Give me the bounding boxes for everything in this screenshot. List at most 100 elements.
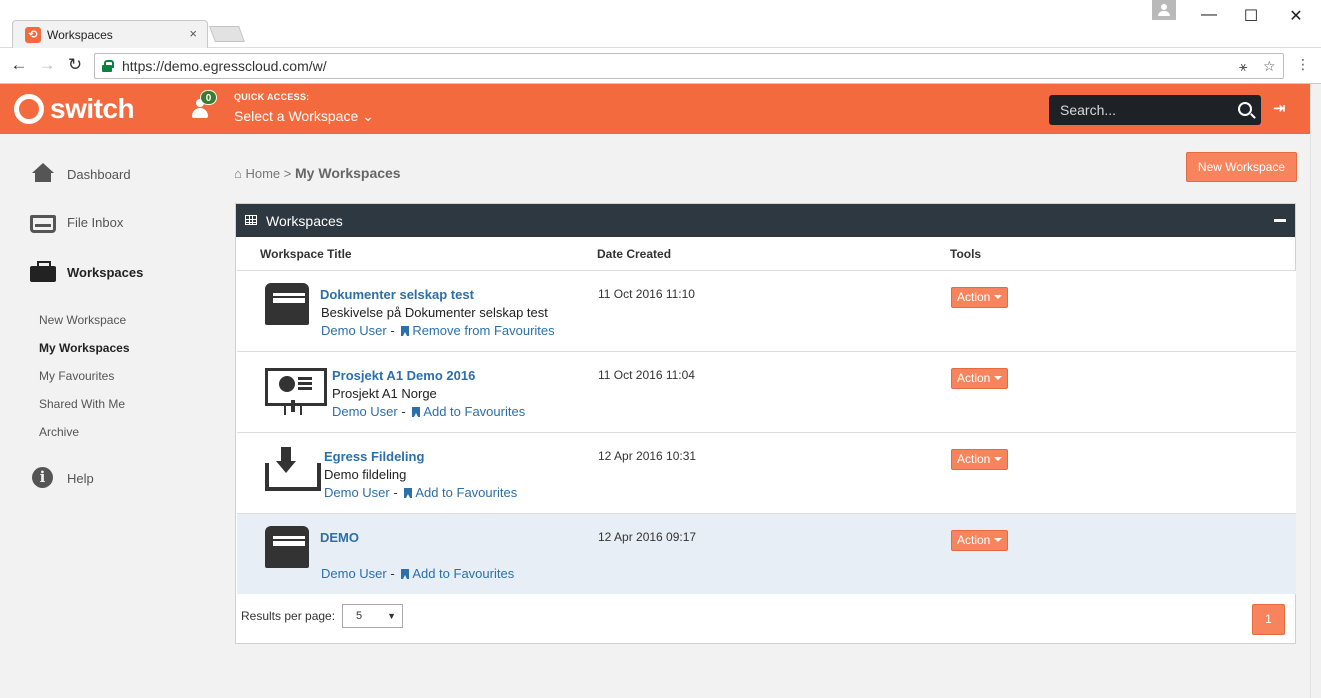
workspace-description: Demo fildeling bbox=[324, 467, 407, 482]
inbox-icon bbox=[30, 215, 56, 233]
new-workspace-button[interactable]: New Workspace bbox=[1186, 152, 1297, 182]
workspace-title-link[interactable]: Prosjekt A1 Demo 2016 bbox=[332, 368, 475, 383]
tab-close-icon[interactable]: × bbox=[189, 26, 197, 41]
action-dropdown-button[interactable]: Action bbox=[951, 368, 1008, 389]
owner-link[interactable]: Demo User bbox=[332, 404, 398, 419]
sidebar-item-label: File Inbox bbox=[67, 214, 124, 230]
favourite-link[interactable]: Remove from Favourites bbox=[412, 323, 554, 338]
meta-separator: - bbox=[386, 323, 399, 338]
forward-icon[interactable]: → bbox=[36, 55, 58, 75]
table-row: Dokumenter selskap test Beskivelse på Do… bbox=[237, 270, 1296, 351]
panel-title: Workspaces bbox=[266, 213, 343, 229]
results-per-page-value: 5 bbox=[356, 610, 363, 622]
meta-separator: - bbox=[389, 485, 402, 500]
caret-down-icon bbox=[994, 376, 1003, 380]
results-per-page-select[interactable]: 5 ▼ bbox=[342, 604, 403, 628]
sidebar-sub-my-favourites[interactable]: My Favourites bbox=[39, 369, 114, 383]
owner-link[interactable]: Demo User bbox=[321, 323, 387, 338]
column-header-date: Date Created bbox=[597, 247, 672, 261]
egress-favicon-icon: ⟲ bbox=[25, 27, 41, 43]
scrollbar[interactable] bbox=[1310, 84, 1321, 698]
logout-icon[interactable]: ⇥ bbox=[1273, 99, 1286, 117]
workspaces-panel: Workspaces Workspace Title Date Created … bbox=[235, 203, 1296, 644]
arrow-down-icon bbox=[276, 461, 296, 473]
maximize-icon[interactable]: ☐ bbox=[1236, 6, 1266, 26]
action-dropdown-button[interactable]: Action bbox=[951, 287, 1008, 308]
sidebar-item-label: Help bbox=[67, 470, 94, 486]
table-row: Egress Fildeling Demo fildeling Demo Use… bbox=[237, 432, 1296, 513]
home-icon bbox=[30, 163, 56, 185]
browser-tab[interactable]: ⟲ Workspaces × bbox=[12, 20, 208, 48]
notification-badge: 0 bbox=[200, 90, 217, 105]
tab-title: Workspaces bbox=[47, 28, 113, 42]
sidebar-sub-archive[interactable]: Archive bbox=[39, 425, 79, 439]
briefcase-icon bbox=[30, 261, 56, 282]
date-created: 12 Apr 2016 10:31 bbox=[598, 449, 697, 463]
action-dropdown-button[interactable]: Action bbox=[951, 449, 1008, 470]
workspace-meta: Demo User - Add to Favourites bbox=[324, 485, 517, 500]
close-window-icon[interactable]: ✕ bbox=[1281, 6, 1311, 26]
bookmark-icon bbox=[412, 407, 421, 417]
home-small-icon: ⌂ bbox=[234, 166, 242, 181]
browser-tabstrip: ⟲ Workspaces × — ☐ ✕ bbox=[0, 0, 1321, 48]
workspace-meta: Demo User - Add to Favourites bbox=[332, 404, 525, 419]
sidebar-item-workspaces[interactable]: Workspaces bbox=[30, 261, 143, 282]
table-icon bbox=[245, 215, 257, 225]
sidebar-item-help[interactable]: Help bbox=[30, 467, 94, 489]
workspace-title-link[interactable]: Dokumenter selskap test bbox=[320, 287, 474, 302]
bookmark-star-icon[interactable]: ☆ bbox=[1263, 58, 1276, 75]
workspace-title-link[interactable]: DEMO bbox=[320, 530, 359, 545]
workspace-meta: Demo User - Add to Favourites bbox=[321, 566, 514, 581]
search-box[interactable]: Search... bbox=[1049, 95, 1261, 125]
quick-access-label: QUICK ACCESS: bbox=[234, 92, 310, 102]
workspace-title-link[interactable]: Egress Fildeling bbox=[324, 449, 424, 464]
bookmark-icon bbox=[404, 488, 413, 498]
owner-link[interactable]: Demo User bbox=[321, 566, 387, 581]
dropdown-arrow-icon: ▼ bbox=[387, 611, 396, 621]
caret-down-icon bbox=[994, 457, 1003, 461]
translate-icon[interactable]: ⚹ bbox=[1239, 58, 1247, 75]
column-header-tools: Tools bbox=[950, 247, 982, 261]
owner-link[interactable]: Demo User bbox=[324, 485, 390, 500]
search-input[interactable]: Search... bbox=[1060, 102, 1116, 118]
caret-down-icon bbox=[994, 538, 1003, 542]
quick-access-select[interactable]: Select a Workspace ⌄ bbox=[234, 108, 374, 125]
breadcrumb: ⌂ Home > My Workspaces bbox=[234, 165, 401, 181]
sidebar-sub-shared-with-me[interactable]: Shared With Me bbox=[39, 397, 125, 411]
switch-logo-icon bbox=[14, 94, 44, 124]
switch-logo[interactable]: switch bbox=[14, 93, 135, 124]
search-icon[interactable] bbox=[1238, 102, 1252, 116]
presentation-icon bbox=[265, 364, 327, 412]
action-label: Action bbox=[957, 371, 991, 385]
table-row: Prosjekt A1 Demo 2016 Prosjekt A1 Norge … bbox=[237, 351, 1296, 432]
workspace-description: Prosjekt A1 Norge bbox=[332, 386, 437, 401]
date-created: 11 Oct 2016 11:10 bbox=[598, 287, 695, 301]
sidebar-item-dashboard[interactable]: Dashboard bbox=[30, 163, 131, 185]
sidebar-item-label: Dashboard bbox=[67, 166, 131, 182]
browser-menu-icon[interactable]: ⋮ bbox=[1296, 56, 1310, 73]
cabinet-icon bbox=[265, 283, 311, 325]
sidebar-sub-new-workspace[interactable]: New Workspace bbox=[39, 313, 126, 327]
sidebar-item-file-inbox[interactable]: File Inbox bbox=[30, 213, 124, 233]
date-created: 12 Apr 2016 09:17 bbox=[598, 530, 697, 544]
pagination-page-button[interactable]: 1 bbox=[1252, 604, 1285, 635]
collapse-icon[interactable] bbox=[1274, 219, 1286, 222]
pie-chart-icon bbox=[279, 376, 295, 392]
new-tab-button[interactable] bbox=[209, 26, 245, 42]
minimize-icon[interactable]: — bbox=[1194, 6, 1224, 24]
back-icon[interactable]: ← bbox=[8, 55, 30, 75]
favourite-link[interactable]: Add to Favourites bbox=[412, 566, 514, 581]
address-bar[interactable]: https://demo.egresscloud.com/w/ ⚹ ☆ bbox=[94, 53, 1284, 79]
profile-icon[interactable] bbox=[1152, 0, 1176, 20]
action-dropdown-button[interactable]: Action bbox=[951, 530, 1008, 551]
column-header-title: Workspace Title bbox=[260, 247, 352, 261]
browser-toolbar: ← → ↻ https://demo.egresscloud.com/w/ ⚹ … bbox=[0, 48, 1321, 84]
breadcrumb-home[interactable]: Home bbox=[245, 166, 280, 181]
favourite-link[interactable]: Add to Favourites bbox=[415, 485, 517, 500]
meta-separator: - bbox=[386, 566, 399, 581]
sidebar-sub-my-workspaces[interactable]: My Workspaces bbox=[39, 341, 130, 355]
meta-separator: - bbox=[397, 404, 410, 419]
url-text: https://demo.egresscloud.com/w/ bbox=[122, 58, 327, 74]
favourite-link[interactable]: Add to Favourites bbox=[423, 404, 525, 419]
reload-icon[interactable]: ↻ bbox=[64, 55, 86, 75]
